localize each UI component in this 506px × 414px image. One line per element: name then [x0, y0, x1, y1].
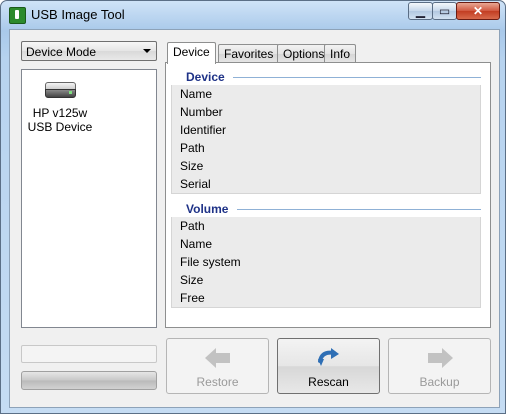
volume-group: Volume Path Name File system Size Free	[171, 201, 481, 308]
device-field-serial: Serial	[180, 177, 211, 191]
maximize-button[interactable]: ▭	[432, 2, 457, 20]
volume-field-size: Size	[180, 273, 204, 287]
chevron-down-icon	[143, 49, 151, 53]
group-divider	[237, 209, 481, 210]
restore-button[interactable]: Restore	[166, 338, 269, 394]
backup-label: Backup	[419, 375, 460, 389]
device-group-body: Name Number Identifier Path Size Serial	[171, 85, 481, 194]
tab-info[interactable]: Info	[324, 44, 357, 63]
volume-field-name: Name	[180, 237, 213, 251]
volume-group-body: Path Name File system Size Free	[171, 217, 481, 308]
device-list[interactable]: HP v125w USB Device	[21, 69, 157, 328]
device-field-path: Path	[180, 141, 205, 155]
usb-app-icon	[9, 7, 26, 24]
status-field	[21, 345, 157, 363]
rescan-button[interactable]: Rescan	[277, 338, 380, 394]
volume-field-path: Path	[180, 219, 205, 233]
device-group-title: Device	[186, 70, 225, 84]
volume-field-file-system: File system	[180, 255, 241, 269]
device-label: HP v125w USB Device	[22, 106, 98, 134]
arrow-left-icon	[204, 347, 231, 369]
backup-button[interactable]: Backup	[388, 338, 491, 394]
tab-options[interactable]: Options	[277, 44, 331, 63]
device-tab-panel: Device Name Number Identifier Path Size …	[165, 62, 491, 328]
tab-device[interactable]: Device	[167, 42, 216, 64]
window-title: USB Image Tool	[31, 7, 125, 22]
mode-select-value: Device Mode	[26, 45, 97, 59]
device-field-identifier: Identifier	[180, 123, 227, 137]
mode-select[interactable]: Device Mode	[21, 41, 157, 61]
arrow-right-icon	[427, 347, 453, 369]
usb-drive-icon	[44, 80, 76, 100]
tab-favorites[interactable]: Favorites	[218, 44, 280, 63]
progress-bar	[21, 371, 157, 390]
close-button[interactable]: ✕	[456, 2, 500, 20]
restore-label: Restore	[196, 375, 239, 389]
device-group: Device Name Number Identifier Path Size …	[171, 69, 481, 194]
rescan-arrow-icon	[316, 347, 342, 369]
rescan-label: Rescan	[308, 375, 349, 389]
volume-group-header: Volume	[171, 201, 481, 217]
group-divider	[233, 77, 481, 78]
list-item-hp-v125w[interactable]: HP v125w USB Device	[22, 76, 98, 134]
device-label-line1: HP v125w	[32, 106, 88, 120]
client-area: Device Mode HP v125w USB Device Device F…	[9, 29, 500, 408]
volume-field-free: Free	[180, 291, 205, 305]
device-field-name: Name	[180, 87, 213, 101]
minimize-button[interactable]: ▁	[408, 2, 433, 20]
title-bar[interactable]: USB Image Tool ▁ ▭ ✕	[1, 1, 505, 29]
device-field-number: Number	[180, 105, 223, 119]
app-window: USB Image Tool ▁ ▭ ✕ Device Mode HP v125…	[0, 0, 506, 414]
volume-group-title: Volume	[186, 202, 229, 216]
device-label-line2: USB Device	[27, 120, 93, 134]
device-field-size: Size	[180, 159, 204, 173]
device-group-header: Device	[171, 69, 481, 85]
